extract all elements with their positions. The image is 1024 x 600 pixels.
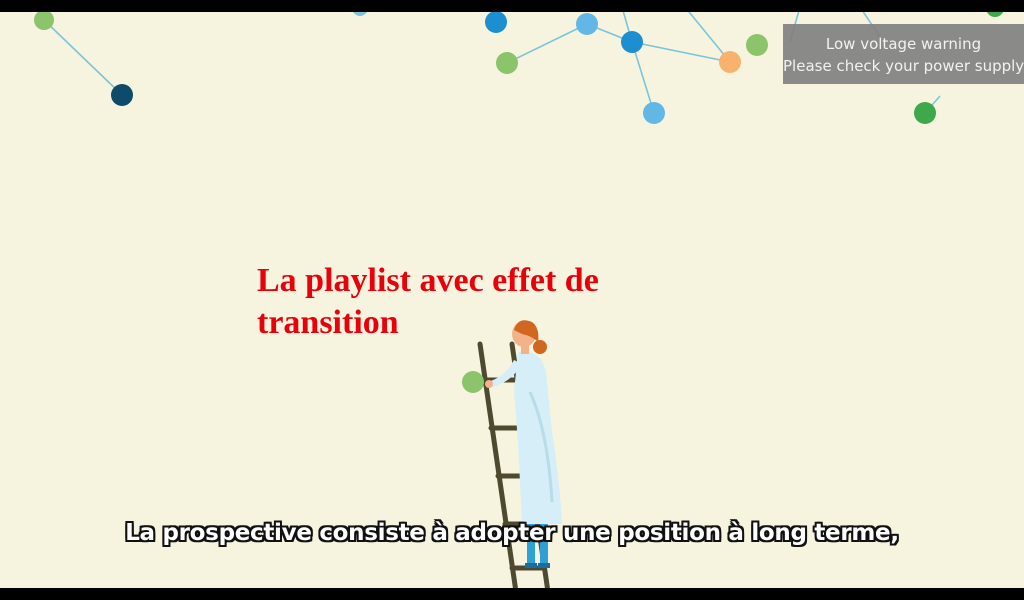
network-node — [986, 12, 1004, 17]
held-node — [462, 371, 484, 393]
network-node — [746, 34, 768, 56]
network-node — [353, 12, 367, 16]
video-subtitle: La prospective consiste à adopter une po… — [125, 520, 899, 546]
network-node — [111, 84, 133, 106]
network-line — [631, 41, 655, 114]
network-node — [643, 102, 665, 124]
notification-line-2: Please check your power supply — [783, 57, 1024, 75]
overlay-title: La playlist avec effet de transition — [257, 262, 599, 341]
network-node — [719, 51, 741, 73]
video-player[interactable]: La playlist avec effet de transition La … — [0, 12, 1024, 588]
network-node — [496, 52, 518, 74]
network-line — [43, 19, 123, 96]
network-node — [621, 31, 643, 53]
network-node — [914, 102, 936, 124]
screen: La playlist avec effet de transition La … — [0, 0, 1024, 600]
network-node — [485, 12, 507, 33]
network-line — [506, 23, 588, 64]
low-voltage-notification: Low voltage warning Please check your po… — [783, 24, 1024, 84]
network-node — [576, 13, 598, 35]
notification-line-1: Low voltage warning — [825, 35, 982, 53]
